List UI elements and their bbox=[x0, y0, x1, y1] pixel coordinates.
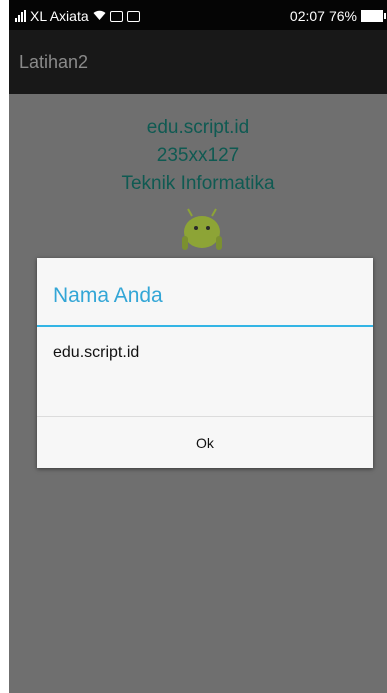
website-text: edu.script.id bbox=[146, 117, 250, 138]
image-notification-icon bbox=[126, 10, 140, 22]
phone-screen: XL Axiata 02:07 76% Latihan2 edu.script.… bbox=[9, 0, 387, 693]
clock: 02:07 bbox=[289, 8, 325, 24]
name-dialog: Nama Anda edu.script.id Ok bbox=[37, 258, 373, 468]
wifi-icon bbox=[93, 10, 106, 23]
chat-notification-icon bbox=[109, 10, 123, 22]
battery-percent: 76% bbox=[328, 8, 357, 24]
ok-button[interactable]: Ok bbox=[37, 417, 373, 468]
android-icon bbox=[182, 208, 222, 250]
info-text-block: edu.script.id 235xx127 Teknik Informatik… bbox=[9, 114, 387, 198]
student-id-text: 235xx127 bbox=[156, 145, 240, 166]
status-left: XL Axiata bbox=[15, 8, 140, 24]
dialog-message: edu.script.id bbox=[53, 344, 140, 361]
signal-icon bbox=[15, 10, 26, 22]
battery-icon bbox=[361, 10, 386, 22]
app-title: Latihan2 bbox=[19, 52, 89, 72]
dialog-title: Nama Anda bbox=[53, 284, 163, 307]
action-bar: Latihan2 bbox=[9, 30, 387, 94]
major-text: Teknik Informatika bbox=[121, 173, 275, 194]
status-right: 02:07 76% bbox=[289, 8, 386, 24]
status-bar: XL Axiata 02:07 76% bbox=[9, 0, 387, 30]
dialog-title-divider bbox=[37, 325, 373, 327]
carrier-name: XL Axiata bbox=[30, 8, 89, 24]
